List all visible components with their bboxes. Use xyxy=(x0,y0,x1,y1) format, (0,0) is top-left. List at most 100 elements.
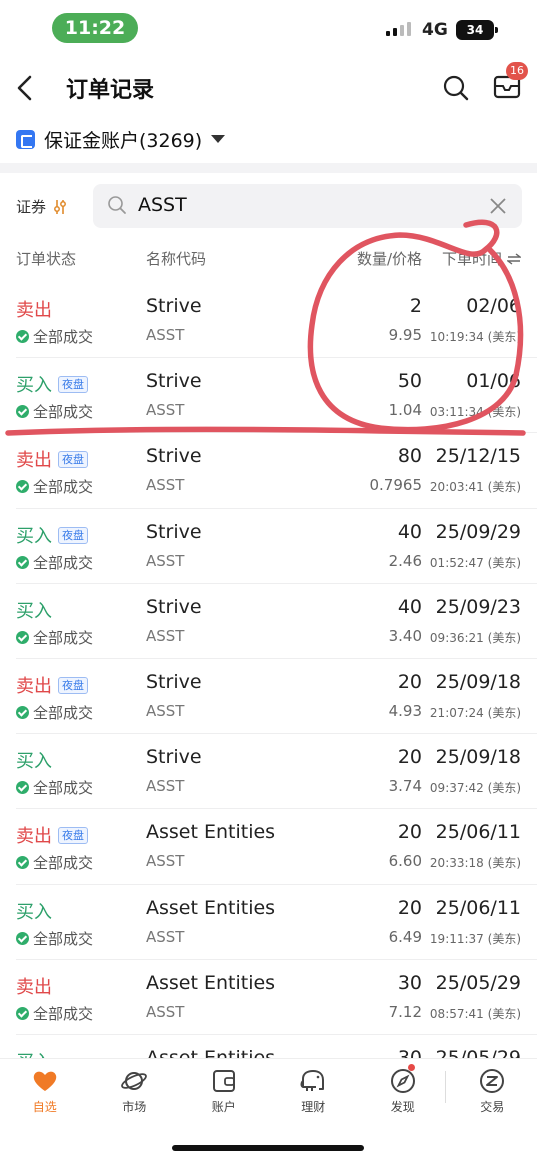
order-row[interactable]: 买入 全部成交 Asset Entities ASST 20 6.49 25/0… xyxy=(0,885,537,960)
order-status: 全部成交 xyxy=(16,702,93,723)
check-circle-icon xyxy=(16,330,29,343)
order-row[interactable]: 卖出 全部成交 Asset Entities ASST 30 7.12 25/0… xyxy=(0,960,537,1036)
order-date: 25/09/23 xyxy=(435,595,521,618)
stock-name: Strive xyxy=(146,746,202,769)
tab-label: 交易 xyxy=(480,1100,505,1114)
stock-name: Strive xyxy=(146,445,202,468)
order-status: 全部成交 xyxy=(16,326,93,347)
trade-icon xyxy=(478,1067,506,1095)
stock-code: ASST xyxy=(146,626,185,645)
notification-dot xyxy=(408,1064,415,1071)
tab-planet[interactable]: 市场 xyxy=(90,1059,180,1118)
network-label: 4G xyxy=(422,20,448,40)
order-list[interactable]: 卖出 全部成交 Strive ASST 2 9.95 02/06 10:19:3… xyxy=(0,283,537,1058)
order-price: 6.49 xyxy=(388,927,422,946)
stock-code: ASST xyxy=(146,852,185,871)
check-circle-icon xyxy=(16,1006,29,1020)
order-status-label: 全部成交 xyxy=(33,328,94,346)
security-filter[interactable]: 证券 xyxy=(16,196,68,217)
check-circle-icon xyxy=(16,856,29,870)
order-price: 3.74 xyxy=(388,777,422,796)
order-status-label: 全部成交 xyxy=(33,703,94,722)
search-icon[interactable] xyxy=(442,74,470,102)
search-input[interactable]: ASST xyxy=(93,184,522,228)
order-row[interactable]: 卖出 夜盘 全部成交 Strive ASST 80 0.7965 25/12/15… xyxy=(0,433,537,509)
order-side-label: 买入 xyxy=(16,751,52,773)
account-label: 保证金账户(3269) xyxy=(44,129,203,152)
night-session-badge: 夜盘 xyxy=(58,376,88,394)
home-indicator xyxy=(172,1145,364,1151)
tab-compass[interactable]: 发现 xyxy=(358,1059,448,1118)
order-side: 买入 xyxy=(16,597,52,623)
tab-heart[interactable]: 自选 xyxy=(0,1059,90,1118)
stock-name: Strive xyxy=(146,520,202,543)
order-status-label: 全部成交 xyxy=(33,478,94,497)
order-quantity: 20 xyxy=(397,670,422,693)
battery-icon: 34 xyxy=(456,20,498,40)
check-circle-icon xyxy=(16,705,29,719)
stock-code: ASST xyxy=(146,401,185,420)
order-price: 4.93 xyxy=(388,701,422,720)
order-side: 买入 xyxy=(16,898,52,924)
order-date: 25/06/11 xyxy=(435,896,521,919)
back-icon[interactable] xyxy=(14,74,38,102)
check-circle-icon xyxy=(16,630,29,644)
order-status: 全部成交 xyxy=(16,552,93,573)
order-quantity: 20 xyxy=(397,896,422,919)
heart-icon xyxy=(31,1067,59,1095)
order-side-label: 买入 xyxy=(16,600,52,622)
tab-elephant[interactable]: 理财 xyxy=(269,1059,359,1118)
order-status: 全部成交 xyxy=(16,627,93,648)
column-header-status: 订单状态 xyxy=(16,250,77,268)
order-row[interactable]: 买入 全部成交 Asset Entities ASST 30 25/05/29 xyxy=(0,1035,537,1058)
order-quantity: 2 xyxy=(409,295,422,317)
status-time: 11:22 xyxy=(52,13,138,43)
order-side: 买入 xyxy=(16,1048,52,1058)
order-row[interactable]: 买入 全部成交 Strive ASST 20 3.74 25/09/18 09:… xyxy=(0,734,537,810)
order-status-label: 全部成交 xyxy=(33,628,94,647)
close-icon[interactable] xyxy=(488,196,508,216)
order-status-label: 全部成交 xyxy=(33,779,94,798)
stock-name: Strive xyxy=(146,370,202,393)
order-time: 10:19:34 (美东) xyxy=(429,330,521,344)
search-icon xyxy=(108,196,126,214)
order-time: 19:11:37 (美东) xyxy=(429,931,521,946)
stock-name: Strive xyxy=(146,295,202,317)
night-session-badge: 夜盘 xyxy=(58,827,88,845)
order-date: 25/12/15 xyxy=(435,445,521,468)
order-side: 买入 xyxy=(16,747,52,773)
check-circle-icon xyxy=(16,555,29,569)
status-bar: 11:22 4G 34 xyxy=(0,0,537,56)
column-header-time[interactable]: 下单时间 xyxy=(442,248,521,269)
order-time: 20:33:18 (美东) xyxy=(429,856,521,871)
tab-wallet[interactable]: 账户 xyxy=(179,1059,269,1118)
stock-code: ASST xyxy=(146,927,185,946)
stock-code: ASST xyxy=(146,1002,185,1021)
stock-name: Strive xyxy=(146,595,202,618)
order-row[interactable]: 卖出 夜盘 全部成交 Strive ASST 20 4.93 25/09/18 2… xyxy=(0,659,537,735)
order-row[interactable]: 卖出 全部成交 Strive ASST 2 9.95 02/06 10:19:3… xyxy=(0,283,537,359)
account-selector[interactable]: 保证金账户(3269) xyxy=(16,122,226,156)
order-status: 全部成交 xyxy=(16,852,93,873)
order-row[interactable]: 买入 夜盘 全部成交 Strive ASST 50 1.04 01/06 03:1… xyxy=(0,358,537,434)
order-date: 25/05/29 xyxy=(435,1046,521,1058)
order-status-label: 全部成交 xyxy=(33,403,94,422)
stock-code: ASST xyxy=(146,476,185,495)
order-row[interactable]: 买入 夜盘 全部成交 Strive ASST 40 2.46 25/09/29 0… xyxy=(0,509,537,584)
stock-code: ASST xyxy=(146,326,185,344)
check-circle-icon xyxy=(16,931,29,945)
night-session-badge: 夜盘 xyxy=(58,676,88,694)
order-quantity: 50 xyxy=(397,370,422,393)
order-quantity: 20 xyxy=(397,746,422,769)
order-side-label: 卖出 xyxy=(16,826,52,848)
order-price: 3.40 xyxy=(388,626,422,645)
section-divider xyxy=(0,163,537,173)
check-circle-icon xyxy=(16,480,29,494)
stock-code: ASST xyxy=(146,777,185,796)
order-time: 21:07:24 (美东) xyxy=(429,705,521,720)
order-row[interactable]: 卖出 夜盘 全部成交 Asset Entities ASST 20 6.60 25… xyxy=(0,809,537,885)
order-price: 6.60 xyxy=(388,852,422,871)
tab-trade[interactable]: 交易 xyxy=(448,1059,537,1118)
order-status: 全部成交 xyxy=(16,928,93,949)
order-row[interactable]: 买入 全部成交 Strive ASST 40 3.40 25/09/23 09:… xyxy=(0,584,537,660)
